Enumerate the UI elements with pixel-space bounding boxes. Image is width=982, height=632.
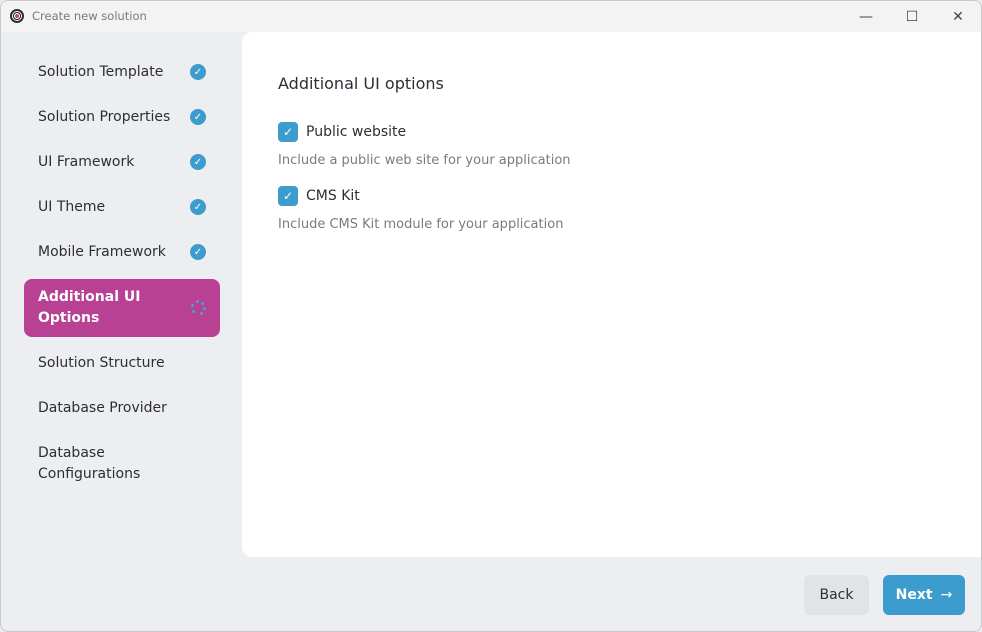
- step-label: Solution Properties: [38, 108, 171, 125]
- option-label: CMS Kit: [306, 188, 360, 204]
- step-label: Database Provider: [38, 399, 167, 416]
- check-circle-icon: ✓: [190, 154, 206, 170]
- cms-kit-checkbox[interactable]: ✓: [278, 186, 298, 206]
- step-label: Mobile Framework: [38, 243, 166, 260]
- create-solution-window: Create new solution — ☐ ✕ Solution Templ…: [0, 0, 982, 632]
- step-database-provider[interactable]: Database Provider: [24, 395, 220, 421]
- title-bar[interactable]: Create new solution — ☐ ✕: [1, 1, 981, 32]
- back-button[interactable]: Back: [804, 575, 869, 615]
- next-button[interactable]: Next →: [883, 575, 965, 615]
- option-description: Include CMS Kit module for your applicat…: [278, 217, 564, 232]
- check-circle-icon: ✓: [190, 109, 206, 125]
- check-circle-icon: ✓: [190, 244, 206, 260]
- check-circle-icon: ✓: [190, 64, 206, 80]
- public-website-checkbox[interactable]: ✓: [278, 122, 298, 142]
- step-solution-template[interactable]: Solution Template ✓: [24, 59, 220, 85]
- step-solution-structure[interactable]: Solution Structure: [24, 350, 220, 376]
- step-label: Solution Structure: [38, 354, 165, 371]
- step-content-panel: Additional UI options ✓ Public website I…: [242, 32, 981, 557]
- app-logo-icon: [10, 9, 24, 23]
- step-label: UI Theme: [38, 198, 106, 215]
- check-circle-icon: ✓: [190, 199, 206, 215]
- back-label: Back: [819, 587, 854, 603]
- close-button[interactable]: ✕: [935, 1, 981, 32]
- step-label: Solution Template: [38, 63, 164, 80]
- loading-spinner-icon: [190, 300, 206, 316]
- minimize-icon: —: [859, 8, 873, 25]
- maximize-icon: ☐: [905, 8, 919, 25]
- option-label: Public website: [306, 124, 407, 140]
- option-description: Include a public web site for your appli…: [278, 153, 571, 168]
- public-website-option[interactable]: ✓ Public website: [278, 122, 406, 142]
- step-database-configurations[interactable]: Database Configurations: [24, 441, 220, 487]
- page-title: Additional UI options: [278, 74, 444, 93]
- minimize-button[interactable]: —: [843, 1, 889, 32]
- step-label: UI Framework: [38, 153, 135, 170]
- maximize-button[interactable]: ☐: [889, 1, 935, 32]
- step-solution-properties[interactable]: Solution Properties ✓: [24, 104, 220, 130]
- arrow-right-icon: →: [940, 587, 953, 603]
- step-additional-ui-options[interactable]: Additional UI Options: [24, 279, 220, 337]
- next-label: Next: [895, 587, 933, 603]
- close-icon: ✕: [952, 8, 964, 25]
- cms-kit-option[interactable]: ✓ CMS Kit: [278, 186, 360, 206]
- step-label: Additional UI Options: [38, 289, 141, 326]
- window-title: Create new solution: [32, 9, 147, 23]
- step-ui-framework[interactable]: UI Framework ✓: [24, 149, 220, 175]
- step-mobile-framework[interactable]: Mobile Framework ✓: [24, 239, 220, 265]
- step-label: Database Configurations: [38, 445, 141, 482]
- step-ui-theme[interactable]: UI Theme ✓: [24, 194, 220, 220]
- wizard-steps-sidebar: Solution Template ✓ Solution Properties …: [1, 32, 241, 631]
